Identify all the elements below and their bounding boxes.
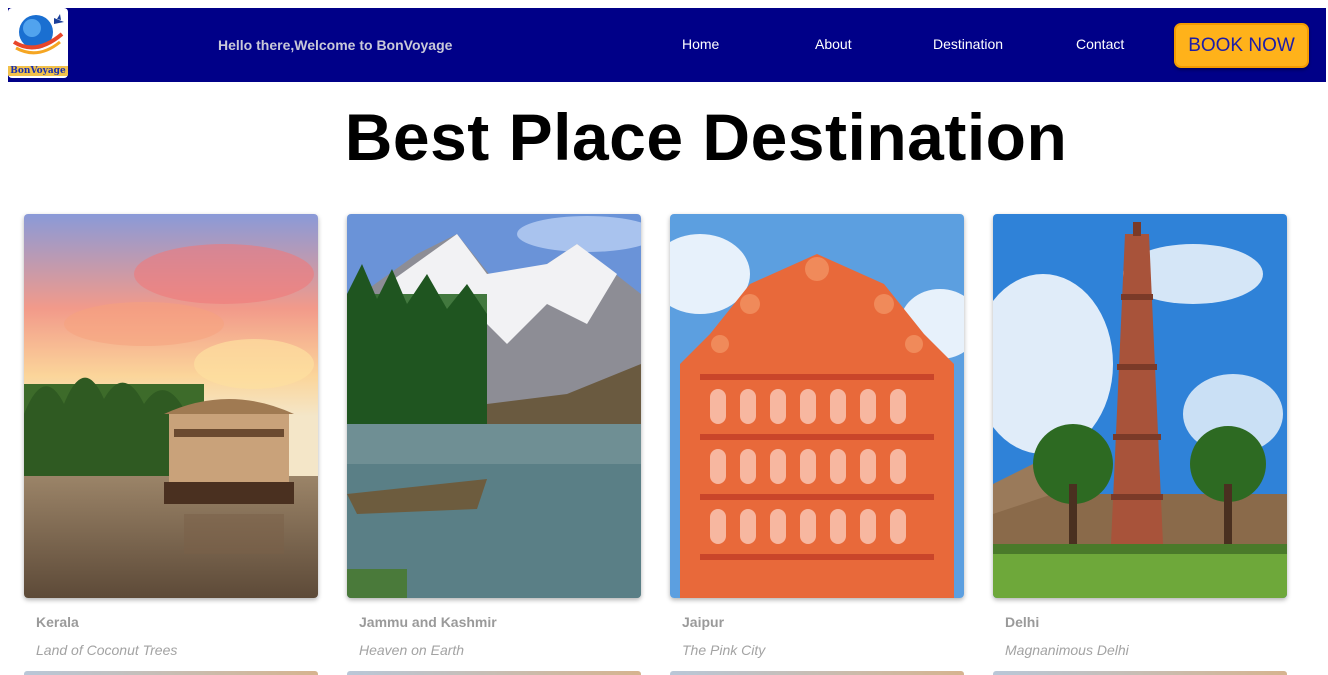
book-now-button[interactable]: BOOK NOW xyxy=(1174,23,1309,68)
destination-name: Delhi xyxy=(1005,614,1040,630)
destination-card-kerala[interactable]: Kerala Land of Coconut Trees xyxy=(24,214,318,658)
nav-destination[interactable]: Destination xyxy=(933,36,1003,52)
next-card-preview xyxy=(670,671,964,675)
destination-image-delhi[interactable] xyxy=(993,214,1287,598)
destination-image-jammu-kashmir[interactable] xyxy=(347,214,641,598)
destination-image-kerala[interactable] xyxy=(24,214,318,598)
destination-tagline: The Pink City xyxy=(682,642,766,658)
nav-contact[interactable]: Contact xyxy=(1076,36,1124,52)
next-card-preview xyxy=(347,671,641,675)
logo-text: BonVoyage xyxy=(8,66,68,76)
destination-tagline: Magnanimous Delhi xyxy=(1005,642,1129,658)
destination-tagline: Land of Coconut Trees xyxy=(36,642,178,658)
nav-about[interactable]: About xyxy=(815,36,852,52)
next-card-preview xyxy=(993,671,1287,675)
destination-card-jaipur[interactable]: Jaipur The Pink City xyxy=(670,214,964,658)
page-title: Best Place Destination xyxy=(344,100,1068,174)
brand-logo[interactable]: BonVoyage xyxy=(8,8,68,78)
destination-image-jaipur[interactable] xyxy=(670,214,964,598)
destination-tagline: Heaven on Earth xyxy=(359,642,465,658)
nav-home[interactable]: Home xyxy=(682,36,719,52)
destination-name: Jaipur xyxy=(682,614,725,630)
globe-logo-icon xyxy=(12,14,64,55)
destination-card-delhi[interactable]: Delhi Magnanimous Delhi xyxy=(993,214,1287,658)
airplane-icon xyxy=(54,14,64,24)
destination-name: Kerala xyxy=(36,614,79,630)
destination-name: Jammu and Kashmir xyxy=(359,614,497,630)
welcome-message: Hello there,Welcome to BonVoyage xyxy=(218,37,453,53)
navbar: BonVoyage Hello there,Welcome to BonVoya… xyxy=(8,8,1326,82)
next-card-preview xyxy=(24,671,318,675)
destination-card-jammu-kashmir[interactable]: Jammu and Kashmir Heaven on Earth xyxy=(347,214,641,658)
